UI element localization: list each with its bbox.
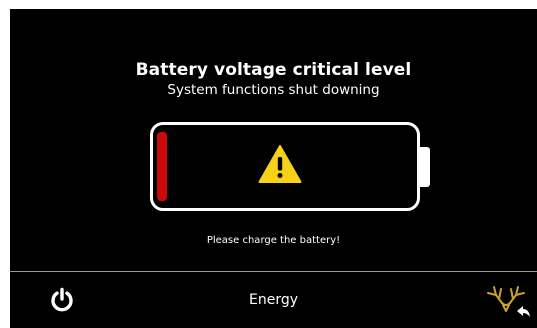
deer-logo-icon xyxy=(487,286,525,312)
charge-message: Please charge the battery! xyxy=(206,235,341,246)
alert-title: Battery voltage critical level xyxy=(135,60,412,80)
energy-screen: Battery voltage critical level System fu… xyxy=(10,9,537,328)
screen-title: Energy xyxy=(248,292,298,308)
back-arrow-icon xyxy=(517,306,530,317)
battery-level-fill xyxy=(157,132,167,201)
footer-divider xyxy=(10,271,537,272)
warning-icon xyxy=(258,145,302,183)
back-button[interactable] xyxy=(484,281,532,321)
battery-terminal xyxy=(420,147,430,187)
alert-subtitle: System functions shut downing xyxy=(167,82,380,98)
